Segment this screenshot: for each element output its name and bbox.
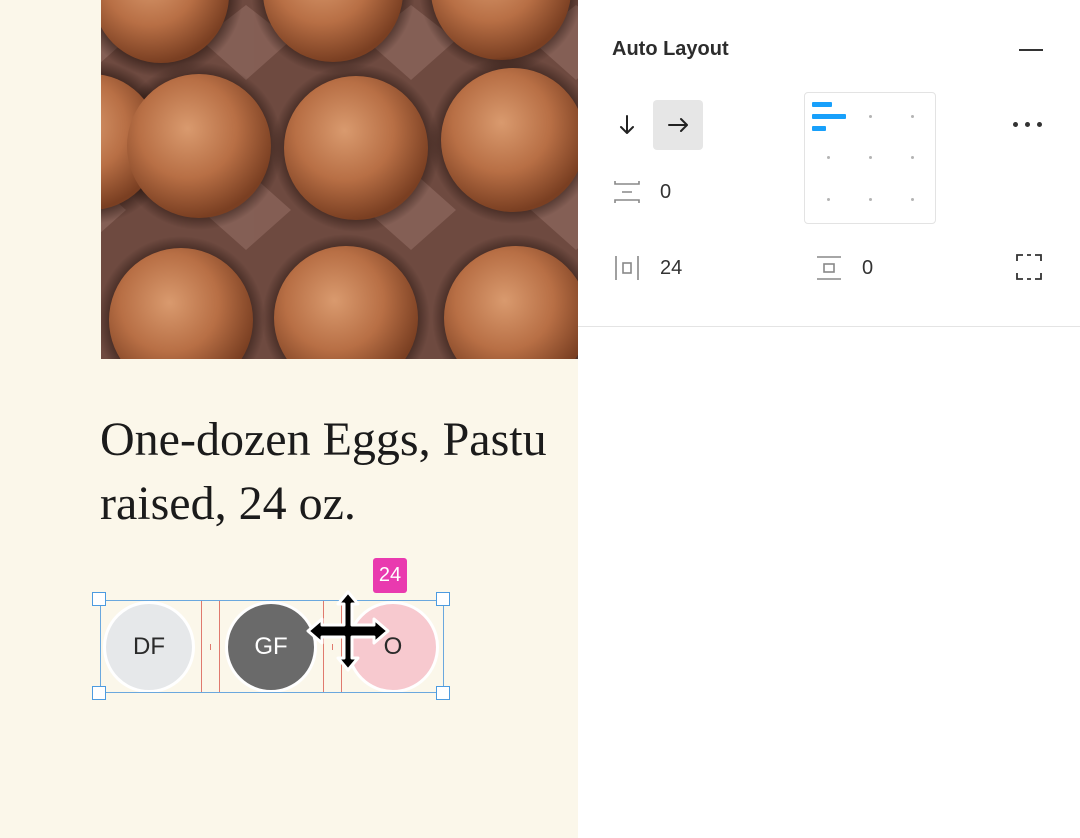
more-options-icon[interactable] xyxy=(1010,114,1046,134)
product-title[interactable]: One-dozen Eggs, Pastu raised, 24 oz. xyxy=(100,408,578,536)
horizontal-padding-value[interactable]: 24 xyxy=(660,257,720,280)
alignment-middle-right[interactable] xyxy=(911,156,914,159)
alignment-top-right[interactable] xyxy=(911,115,914,118)
product-title-line-2: raised, 24 oz. xyxy=(100,477,356,530)
properties-panel: Auto Layout 0 24 0 xyxy=(578,0,1080,838)
direction-horizontal-button[interactable] xyxy=(653,100,703,150)
vertical-padding-value[interactable]: 0 xyxy=(862,257,922,280)
horizontal-padding-field[interactable]: 24 xyxy=(612,253,720,283)
alignment-grid[interactable] xyxy=(804,92,936,224)
auto-layout-section: Auto Layout 0 24 0 xyxy=(578,0,1080,327)
vertical-padding-icon xyxy=(814,253,844,283)
spacing-between-value[interactable]: 0 xyxy=(660,181,720,204)
alignment-bottom-center[interactable] xyxy=(869,198,872,201)
resizing-icon[interactable] xyxy=(1014,252,1044,282)
product-title-line-1: One-dozen Eggs, Pastu xyxy=(100,413,547,466)
move-cursor-icon xyxy=(306,590,390,672)
direction-vertical-button[interactable] xyxy=(602,100,652,150)
resize-handle-bottom-left[interactable] xyxy=(92,686,106,700)
design-canvas[interactable]: One-dozen Eggs, Pastu raised, 24 oz. DF … xyxy=(0,0,578,838)
arrow-right-icon xyxy=(668,118,688,132)
alignment-center[interactable] xyxy=(869,156,872,159)
alignment-bottom-right[interactable] xyxy=(911,198,914,201)
resize-handle-bottom-right[interactable] xyxy=(436,686,450,700)
panel-title: Auto Layout xyxy=(612,38,729,60)
alignment-top-center[interactable] xyxy=(869,115,872,118)
spacing-between-icon xyxy=(612,177,642,207)
resize-handle-top-left[interactable] xyxy=(92,592,106,606)
vertical-padding-field[interactable]: 0 xyxy=(814,253,922,283)
collapse-icon[interactable] xyxy=(1018,40,1044,60)
resize-handle-top-right[interactable] xyxy=(436,592,450,606)
horizontal-padding-icon xyxy=(612,253,642,283)
product-image-eggs[interactable] xyxy=(101,0,578,359)
arrow-down-icon xyxy=(620,115,634,134)
selection-frame[interactable] xyxy=(100,600,444,693)
alignment-middle-left[interactable] xyxy=(827,156,830,159)
alignment-bottom-left[interactable] xyxy=(827,198,830,201)
alignment-top-left-active[interactable] xyxy=(812,102,848,132)
spacing-between-field[interactable]: 0 xyxy=(612,177,720,207)
spacing-value-badge: 24 xyxy=(373,558,407,593)
